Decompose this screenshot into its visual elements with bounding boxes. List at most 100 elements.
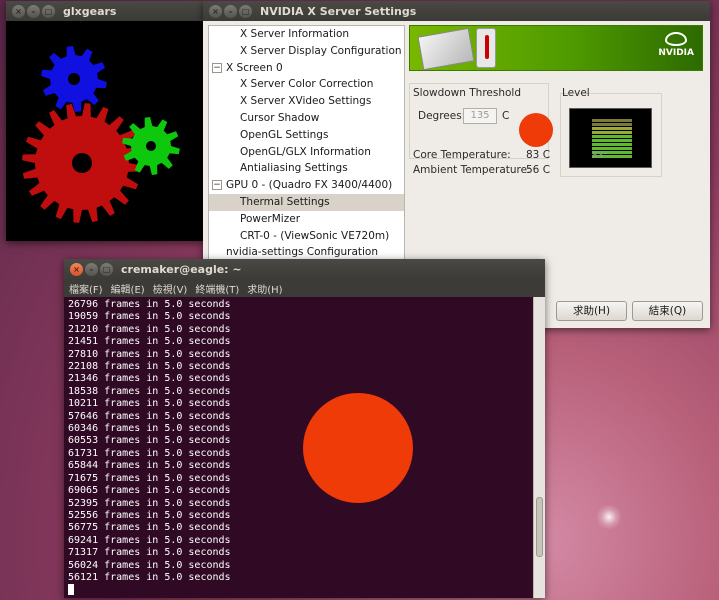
nvidia-logo-text: NVIDIA — [658, 48, 694, 58]
degrees-unit: C — [502, 110, 510, 122]
tree-item-label: GPU 0 - (Quadro FX 3400/4400) — [226, 179, 393, 192]
terminal-line: 21210 frames in 5.0 seconds — [68, 323, 231, 335]
terminal-line: 22108 frames in 5.0 seconds — [68, 361, 231, 373]
tree-item[interactable]: X Server Display Configuration — [209, 43, 404, 60]
help-button[interactable]: 求助(H) — [556, 301, 627, 321]
tree-item-label: Cursor Shadow — [240, 111, 320, 124]
terminal-line: 56775 frames in 5.0 seconds — [68, 522, 231, 534]
gears-illustration — [22, 46, 180, 223]
tree-item[interactable]: − GPU 0 - (Quadro FX 3400/4400) — [209, 177, 404, 194]
terminal-line: 10211 frames in 5.0 seconds — [68, 398, 231, 410]
close-icon[interactable]: × — [70, 263, 83, 276]
collapse-icon[interactable]: − — [212, 62, 222, 73]
terminal-scrollbar[interactable] — [533, 297, 545, 598]
core-temp-value: 83 C — [526, 149, 551, 161]
terminal-title: cremaker@eagle: ~ — [121, 263, 242, 276]
tree-item[interactable]: − X Screen 0 — [209, 60, 404, 77]
quit-button[interactable]: 結束(Q) — [632, 301, 703, 321]
ambient-temp-value: 56 C — [526, 164, 551, 176]
terminal-line: 18538 frames in 5.0 seconds — [68, 385, 231, 397]
tree-item-label: nvidia-settings Configuration — [226, 246, 379, 259]
tree-item[interactable]: Cursor Shadow — [209, 110, 404, 127]
degrees-input[interactable]: 135 — [463, 108, 497, 124]
gauge-text: 83° — [592, 151, 608, 161]
tree-item-label: PowerMizer — [240, 212, 301, 225]
glxgears-viewport[interactable] — [6, 21, 205, 241]
gauge-segment — [592, 135, 632, 138]
nvidia-banner: NVIDIA — [409, 25, 703, 71]
nvidia-titlebar[interactable]: × – □ NVIDIA X Server Settings — [203, 1, 710, 21]
overlay-dot-small — [519, 113, 553, 147]
tree-item-label: Antialiasing Settings — [240, 162, 348, 175]
tree-item-label: X Server Display Configuration — [240, 44, 402, 57]
terminal-titlebar[interactable]: × – □ cremaker@eagle: ~ — [64, 259, 545, 280]
gauge-segment — [592, 119, 632, 122]
terminal-line: 52556 frames in 5.0 seconds — [68, 509, 231, 521]
terminal-line: 71317 frames in 5.0 seconds — [68, 547, 231, 559]
menu-item[interactable]: 終端機(T) — [195, 281, 239, 296]
temperature-gauge: 83° — [569, 108, 652, 168]
tree-item-label: X Server Information — [240, 28, 350, 40]
tree-item[interactable]: Antialiasing Settings — [209, 160, 404, 177]
terminal-line: 65844 frames in 5.0 seconds — [68, 460, 231, 472]
close-icon[interactable]: × — [12, 4, 25, 18]
terminal-line: 56024 frames in 5.0 seconds — [68, 559, 231, 571]
terminal-line: 26796 frames in 5.0 seconds — [68, 299, 231, 310]
slowdown-title: Slowdown Threshold — [413, 87, 522, 99]
terminal-line: 69241 frames in 5.0 seconds — [68, 534, 231, 546]
blue-gear — [41, 46, 107, 112]
menu-item[interactable]: 檔案(F) — [69, 281, 103, 296]
tree-item[interactable]: OpenGL Settings — [209, 127, 404, 144]
glxgears-titlebar[interactable]: × – □ glxgears — [6, 1, 205, 21]
tree-item[interactable]: X Server Information — [209, 26, 404, 43]
menu-item[interactable]: 檢視(V) — [153, 281, 188, 296]
minimize-icon[interactable]: – — [27, 4, 40, 18]
tree-item[interactable]: PowerMizer — [209, 211, 404, 228]
settings-tree[interactable]: X Server Information X Server Display Con… — [208, 25, 405, 261]
gauge-segment — [592, 143, 632, 146]
overlay-dot-large — [303, 393, 413, 503]
text-cursor — [68, 584, 74, 596]
tree-item[interactable]: OpenGL/GLX Information — [209, 144, 404, 161]
terminal-output[interactable]: 26796 frames in 5.0 seconds 19059 frames … — [64, 297, 533, 598]
gauge-segment — [592, 139, 632, 142]
nvidia-logo: NVIDIA — [658, 32, 694, 58]
menu-item[interactable]: 求助(H) — [247, 281, 282, 296]
glxgears-window[interactable]: × – □ glxgears — [6, 1, 205, 241]
maximize-icon[interactable]: □ — [100, 263, 113, 276]
tree-item[interactable]: CRT-0 - (ViewSonic VE720m) — [209, 228, 404, 245]
tree-item[interactable]: X Server XVideo Settings — [209, 93, 404, 110]
menu-item[interactable]: 編輯(E) — [111, 281, 145, 296]
minimize-icon[interactable]: – — [224, 4, 237, 18]
scrollbar-thumb[interactable] — [536, 497, 543, 557]
wallpaper-sparkle — [596, 504, 622, 530]
tree-item-label: OpenGL/GLX Information — [240, 145, 371, 158]
tree-item-label: X Screen 0 — [226, 61, 283, 74]
terminal-line: 60553 frames in 5.0 seconds — [68, 435, 231, 447]
nvidia-title: NVIDIA X Server Settings — [260, 4, 417, 18]
tree-item-label: X Server XVideo Settings — [240, 95, 372, 108]
thermometer-icon — [476, 28, 496, 68]
tree-item[interactable]: Thermal Settings — [209, 193, 404, 211]
close-icon[interactable]: × — [209, 4, 222, 18]
tree-item-label: Thermal Settings — [240, 195, 330, 208]
terminal-line: 27810 frames in 5.0 seconds — [68, 348, 231, 360]
minimize-icon[interactable]: – — [85, 263, 98, 276]
maximize-icon[interactable]: □ — [42, 4, 55, 18]
collapse-icon[interactable]: − — [212, 180, 222, 191]
terminal-line: 52395 frames in 5.0 seconds — [68, 497, 231, 509]
level-title: Level — [562, 87, 590, 99]
maximize-icon[interactable]: □ — [239, 4, 252, 18]
tree-item[interactable]: X Server Color Correction — [209, 76, 404, 93]
terminal-line: 21451 frames in 5.0 seconds — [68, 336, 231, 348]
thermal-panel: NVIDIA Slowdown Threshold Degrees: 135 C… — [409, 25, 704, 265]
terminal-line: 60346 frames in 5.0 seconds — [68, 423, 231, 435]
terminal-line: 61731 frames in 5.0 seconds — [68, 447, 231, 459]
nvidia-eye-icon — [665, 32, 688, 46]
terminal-line: 56121 frames in 5.0 seconds — [68, 571, 231, 583]
terminal-line: 21346 frames in 5.0 seconds — [68, 373, 231, 385]
terminal-window[interactable]: × – □ cremaker@eagle: ~ 檔案(F) 編輯(E) 檢視(V) 終… — [64, 259, 545, 598]
glxgears-title: glxgears — [63, 4, 117, 18]
gauge-segment — [592, 131, 632, 134]
red-gear — [22, 103, 142, 223]
